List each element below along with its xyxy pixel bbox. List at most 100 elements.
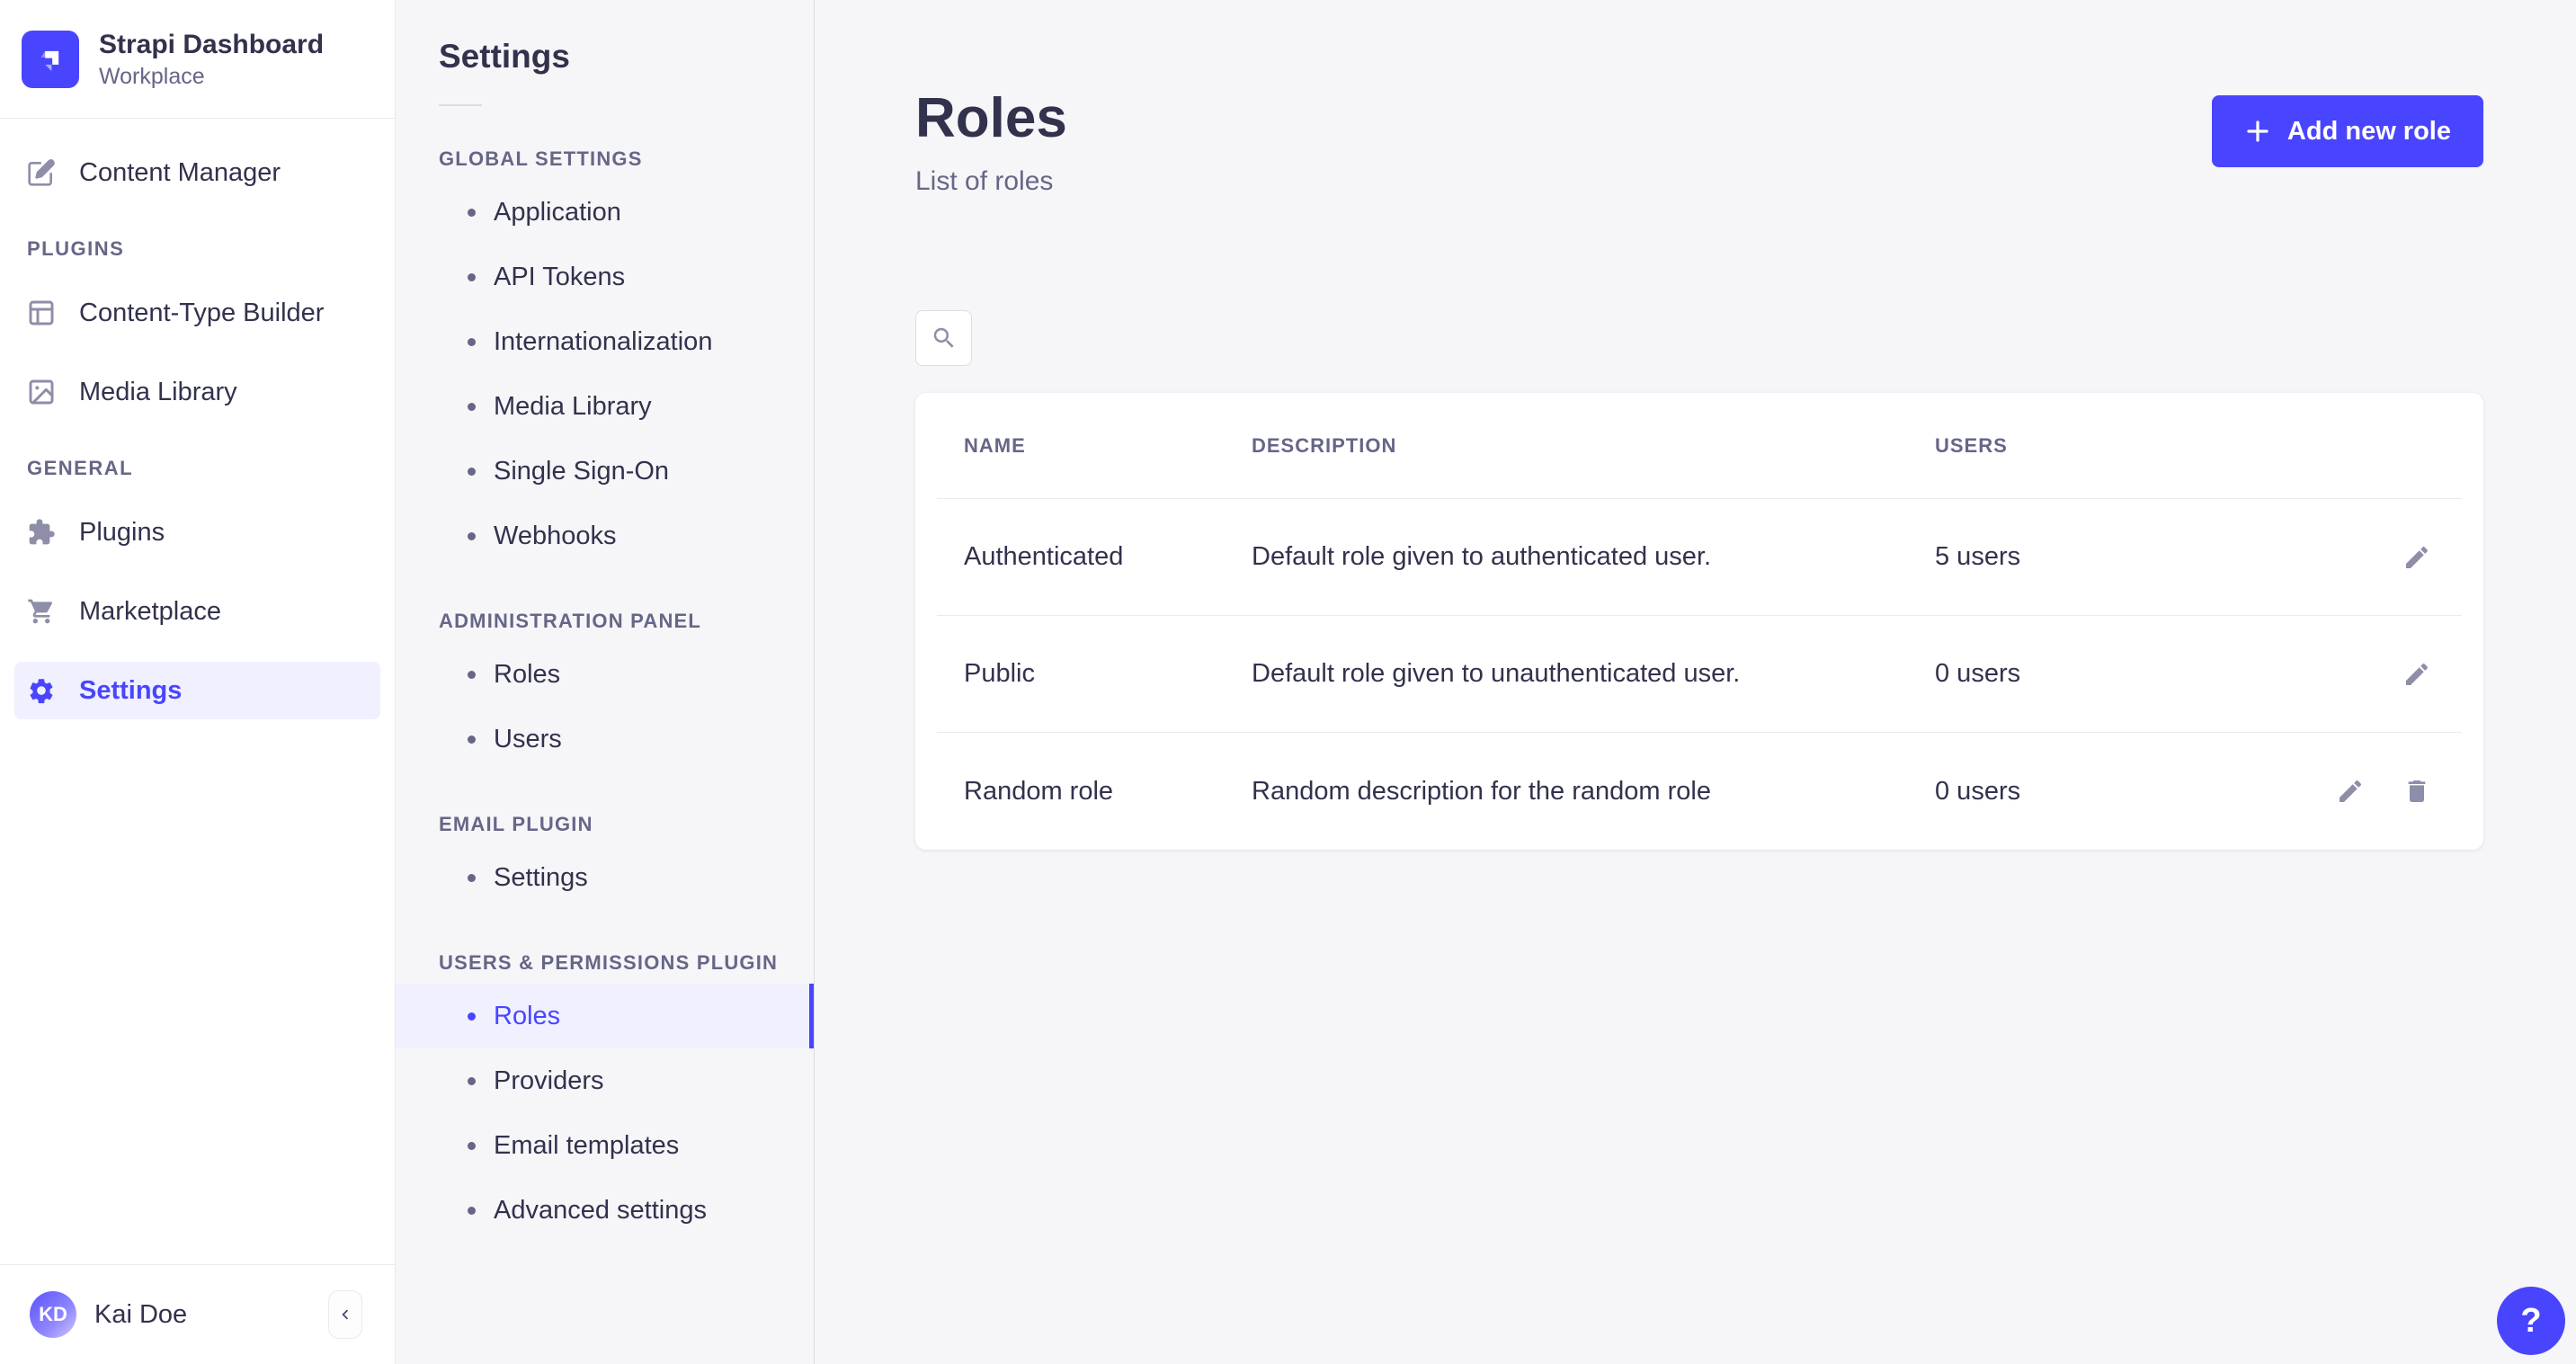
subnav-item-api-tokens[interactable]: API Tokens	[396, 245, 814, 309]
sidebar-collapse-button[interactable]	[328, 1290, 362, 1339]
bullet-dot	[468, 1077, 476, 1085]
avatar[interactable]: KD	[30, 1291, 76, 1338]
question-mark-icon: ?	[2520, 1302, 2541, 1341]
chevron-left-icon	[335, 1305, 355, 1324]
delete-role-button[interactable]	[2399, 773, 2435, 809]
pencil-icon	[2336, 777, 2365, 806]
bullet-dot	[468, 1012, 476, 1021]
role-name-cell: Public	[964, 659, 1252, 689]
sidebar-item-media-library[interactable]: Media Library	[14, 363, 380, 421]
subnav-item-label: Webhooks	[494, 522, 617, 551]
subnav-item-label: Email templates	[494, 1131, 679, 1161]
brand[interactable]: Strapi Dashboard Workplace	[0, 0, 395, 118]
sidebar-item-content-type-builder[interactable]: Content-Type Builder	[14, 284, 380, 342]
search-icon	[931, 325, 958, 352]
bullet-dot	[468, 532, 476, 540]
subnav-item-email-templates[interactable]: Email templates	[396, 1113, 814, 1178]
subnav-section-label: ADMINISTRATION PANEL	[439, 610, 814, 633]
edit-role-button[interactable]	[2332, 773, 2368, 809]
subnav-item-settings[interactable]: Settings	[396, 845, 814, 910]
sidebar-item-settings[interactable]: Settings	[14, 662, 380, 719]
sidebar-item-label: Content Manager	[79, 158, 281, 188]
subnav-section-label: EMAIL PLUGIN	[439, 813, 814, 836]
sidebar-item-label: Media Library	[79, 378, 237, 407]
sidebar-item-label: Marketplace	[79, 597, 221, 627]
bullet-dot	[468, 1142, 476, 1150]
subnav-item-internationalization[interactable]: Internationalization	[396, 309, 814, 374]
subnav-item-advanced-settings[interactable]: Advanced settings	[396, 1178, 814, 1243]
subnav-item-label: Roles	[494, 1002, 560, 1031]
app-title: Strapi Dashboard	[99, 28, 324, 62]
main-content: Roles List of roles Add new role NAME DE…	[815, 0, 2576, 1364]
feather-pen-icon	[27, 158, 56, 187]
user-name: Kai Doe	[94, 1300, 328, 1330]
role-users-cell: 0 users	[1935, 659, 2205, 689]
help-button[interactable]: ?	[2497, 1287, 2565, 1355]
gear-icon	[27, 676, 56, 705]
sidebar-item-marketplace[interactable]: Marketplace	[14, 583, 380, 640]
sidebar-item-content-manager[interactable]: Content Manager	[14, 144, 380, 201]
subnav-item-label: Single Sign-On	[494, 457, 669, 486]
sidebar-item-label: Settings	[79, 676, 182, 706]
nav-section-label: PLUGINS	[14, 237, 380, 261]
page-title: Roles	[915, 86, 1067, 151]
subnav-item-webhooks[interactable]: Webhooks	[396, 504, 814, 568]
search-button[interactable]	[915, 310, 972, 366]
role-users-cell: 5 users	[1935, 542, 2205, 572]
plus-icon	[2244, 118, 2271, 145]
subnav-section-label: USERS & PERMISSIONS PLUGIN	[439, 951, 814, 975]
bullet-dot	[468, 1207, 476, 1215]
subnav-item-users[interactable]: Users	[396, 707, 814, 771]
bullet-dot	[468, 338, 476, 346]
image-icon	[27, 378, 56, 406]
column-header-description: DESCRIPTION	[1252, 434, 1935, 458]
subnav-item-roles[interactable]: Roles	[396, 642, 814, 707]
workspace-name: Workplace	[99, 62, 324, 91]
pencil-icon	[2402, 543, 2431, 572]
subnav-item-label: Advanced settings	[494, 1196, 707, 1226]
subnav-item-label: API Tokens	[494, 263, 625, 292]
pencil-icon	[2402, 660, 2431, 689]
add-new-role-button[interactable]: Add new role	[2212, 95, 2483, 167]
sidebar-item-label: Plugins	[79, 518, 165, 548]
subnav-item-label: Providers	[494, 1066, 604, 1096]
puzzle-icon	[27, 518, 56, 547]
role-description-cell: Default role given to unauthenticated us…	[1252, 659, 1935, 689]
bullet-dot	[468, 468, 476, 476]
table-row: Public Default role given to unauthentic…	[937, 616, 2462, 733]
bullet-dot	[468, 874, 476, 882]
table-row: Random role Random description for the r…	[937, 733, 2462, 850]
role-description-cell: Random description for the random role	[1252, 777, 1935, 807]
subnav-rule	[439, 104, 482, 106]
role-name-cell: Random role	[964, 777, 1252, 807]
sidebar-item-plugins[interactable]: Plugins	[14, 504, 380, 561]
trash-icon	[2402, 777, 2431, 806]
table-header-row: NAME DESCRIPTION USERS	[937, 393, 2462, 499]
subnav-item-application[interactable]: Application	[396, 180, 814, 245]
subnav-item-roles[interactable]: Roles	[396, 984, 814, 1048]
subnav-item-label: Application	[494, 198, 621, 227]
roles-table: NAME DESCRIPTION USERS Authenticated Def…	[915, 393, 2483, 850]
settings-subnav: Settings GLOBAL SETTINGS Application API…	[396, 0, 815, 1364]
table-row: Authenticated Default role given to auth…	[937, 499, 2462, 616]
subnav-item-single-sign-on[interactable]: Single Sign-On	[396, 439, 814, 504]
edit-role-button[interactable]	[2399, 539, 2435, 575]
main-sidebar: Strapi Dashboard Workplace Content Manag…	[0, 0, 396, 1364]
column-header-users: USERS	[1935, 434, 2205, 458]
subnav-section-label: GLOBAL SETTINGS	[439, 147, 814, 171]
edit-role-button[interactable]	[2399, 656, 2435, 692]
bullet-dot	[468, 273, 476, 281]
role-users-cell: 0 users	[1935, 777, 2205, 807]
role-description-cell: Default role given to authenticated user…	[1252, 542, 1935, 572]
subnav-item-label: Users	[494, 725, 562, 754]
layout-icon	[27, 299, 56, 327]
bullet-dot	[468, 671, 476, 679]
sidebar-nav: Content Manager PLUGINS Content-Type Bui…	[0, 119, 395, 741]
sidebar-footer: KD Kai Doe	[0, 1264, 395, 1364]
nav-section-label: GENERAL	[14, 457, 380, 480]
subnav-item-providers[interactable]: Providers	[396, 1048, 814, 1113]
sidebar-item-label: Content-Type Builder	[79, 299, 324, 328]
strapi-logo	[22, 31, 79, 88]
subnav-item-media-library[interactable]: Media Library	[396, 374, 814, 439]
cart-icon	[27, 597, 56, 626]
